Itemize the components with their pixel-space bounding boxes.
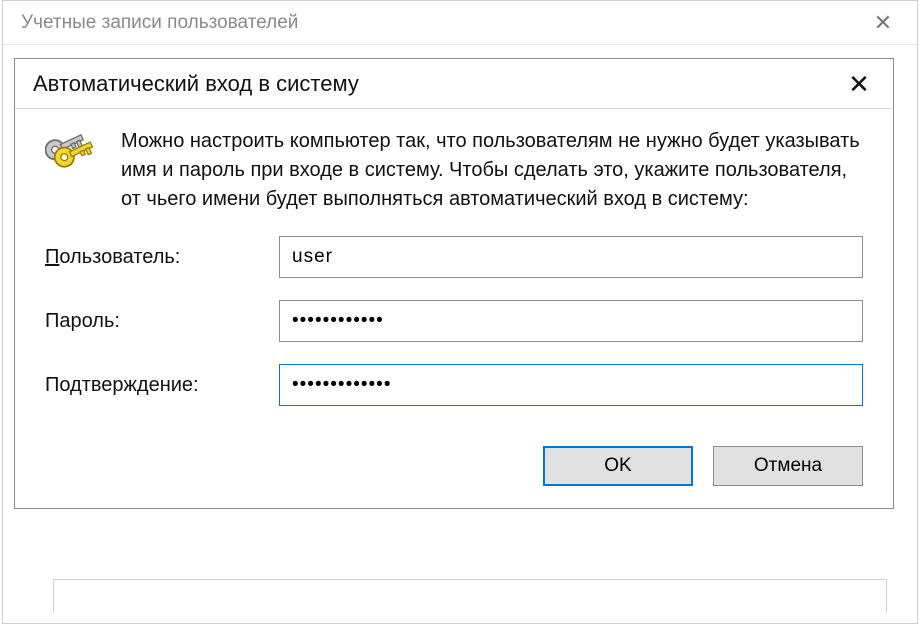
dialog-body: Можно настроить компьютер так, что польз… xyxy=(15,109,893,440)
dialog-titlebar: Автоматический вход в систему ✕ xyxy=(15,59,893,109)
parent-titlebar: Учетные записи пользователей ✕ xyxy=(3,1,917,45)
auto-logon-dialog: Автоматический вход в систему ✕ xyxy=(14,58,894,509)
confirm-password-input[interactable] xyxy=(279,364,863,406)
keys-icon xyxy=(45,127,101,183)
ok-button[interactable]: OK xyxy=(543,446,693,486)
confirm-row: Подтверждение: xyxy=(45,364,863,406)
user-row: Пользователь: xyxy=(45,236,863,278)
password-label: Пароль: xyxy=(45,310,255,333)
dialog-button-row: OK Отмена xyxy=(15,440,893,508)
parent-window-title: Учетные записи пользователей xyxy=(21,12,298,34)
intro-row: Можно настроить компьютер так, что польз… xyxy=(45,127,863,214)
user-label: Пользователь: xyxy=(45,246,255,269)
username-input[interactable] xyxy=(279,236,863,278)
cancel-button[interactable]: Отмена xyxy=(713,446,863,486)
dialog-title: Автоматический вход в систему xyxy=(33,71,359,97)
confirm-label: Подтверждение: xyxy=(45,374,255,397)
dialog-description: Можно настроить компьютер так, что польз… xyxy=(121,127,863,214)
dialog-close-button[interactable]: ✕ xyxy=(837,71,881,97)
background-panel-edge xyxy=(53,579,887,613)
parent-close-button[interactable]: ✕ xyxy=(863,12,903,34)
password-row: Пароль: xyxy=(45,300,863,342)
password-input[interactable] xyxy=(279,300,863,342)
